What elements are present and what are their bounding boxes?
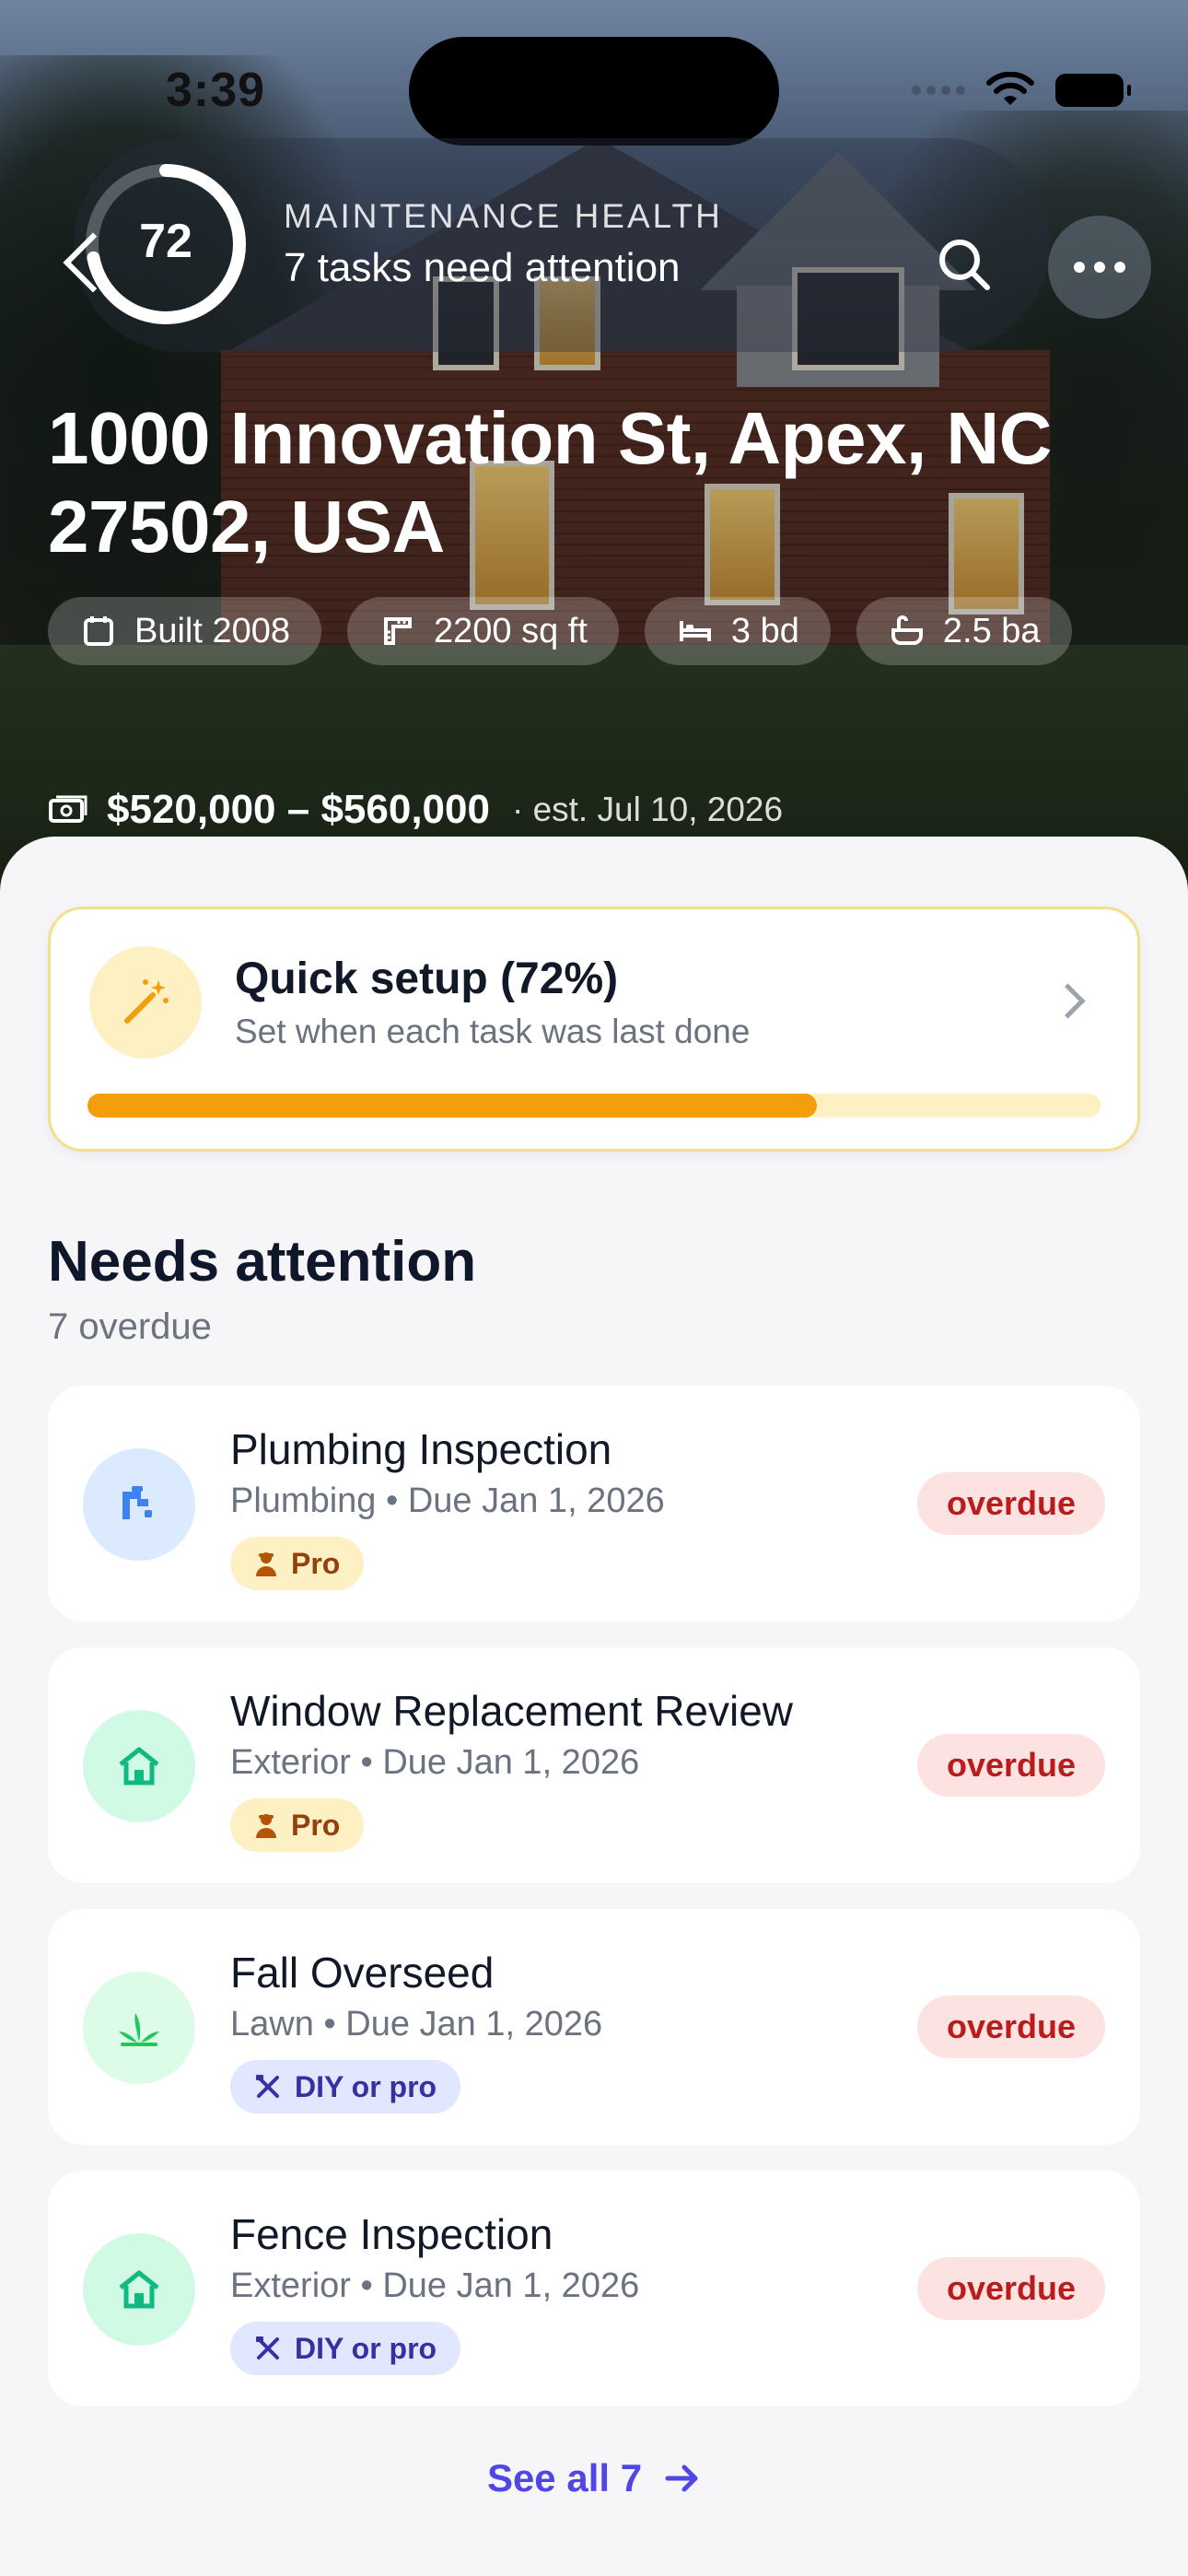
section-title: Needs attention bbox=[48, 1230, 477, 1294]
task-meta: Exterior • Due Jan 1, 2026 bbox=[230, 1743, 640, 1782]
price-estimate-date: · est. Jul 10, 2026 bbox=[511, 790, 784, 828]
money-icon bbox=[49, 795, 87, 823]
health-label: MAINTENANCE HEALTH bbox=[284, 197, 723, 235]
ellipsis-icon bbox=[1074, 262, 1085, 273]
status-badge: overdue bbox=[916, 1996, 1105, 2058]
chevron-right-icon bbox=[1050, 983, 1086, 1019]
bathtub-icon bbox=[891, 615, 923, 645]
plumbing-icon bbox=[83, 1448, 195, 1561]
task-tag: DIY or pro bbox=[230, 2060, 461, 2113]
status-badge: overdue bbox=[916, 1472, 1105, 1535]
house-icon bbox=[83, 2233, 195, 2346]
grass-icon bbox=[83, 1972, 195, 2084]
property-facts: Built 2008 2200 sq ft 3 bd 2.5 ba bbox=[48, 597, 1153, 665]
magic-wand-icon bbox=[89, 946, 202, 1059]
property-address: 1000 Innovation St, Apex, NC 27502, USA bbox=[48, 397, 1052, 568]
worker-icon bbox=[256, 1552, 276, 1576]
task-card[interactable]: Fence Inspection Exterior • Due Jan 1, 2… bbox=[48, 2171, 1140, 2406]
chip-built-year: Built 2008 bbox=[48, 597, 322, 665]
bed-icon bbox=[679, 621, 711, 641]
chip-square-feet: 2200 sq ft bbox=[347, 597, 619, 665]
tools-icon bbox=[256, 2336, 279, 2359]
chip-label: Built 2008 bbox=[134, 611, 291, 650]
setup-title: Quick setup (72%) bbox=[235, 954, 619, 1003]
task-card[interactable]: Window Replacement Review Exterior • Due… bbox=[48, 1647, 1140, 1883]
see-all-link[interactable]: See all 7 bbox=[0, 2456, 1188, 2500]
chip-bedrooms: 3 bd bbox=[644, 597, 831, 665]
task-title: Window Replacement Review bbox=[230, 1687, 794, 1735]
status-badge: overdue bbox=[916, 2257, 1105, 2320]
wifi-icon bbox=[986, 72, 1034, 105]
battery-icon bbox=[1055, 74, 1131, 107]
chip-label: 2.5 ba bbox=[942, 611, 1041, 650]
chip-label: 3 bd bbox=[730, 611, 799, 650]
chip-label: 2200 sq ft bbox=[434, 611, 588, 650]
setup-progress-fill bbox=[87, 1094, 817, 1118]
price-estimate-row: $520,000 – $560,000 · est. Jul 10, 2026 bbox=[48, 787, 783, 833]
health-summary[interactable]: 7 tasks need attention bbox=[284, 245, 681, 291]
ruler-icon bbox=[384, 617, 413, 645]
task-tag: Pro bbox=[230, 1537, 365, 1590]
task-meta: Lawn • Due Jan 1, 2026 bbox=[230, 2005, 603, 2043]
setup-subtitle: Set when each task was last done bbox=[235, 1013, 751, 1050]
status-time: 3:39 bbox=[166, 64, 266, 117]
quick-setup-card[interactable]: Quick setup (72%) Set when each task was… bbox=[48, 907, 1140, 1152]
task-card[interactable]: Fall Overseed Lawn • Due Jan 1, 2026 DIY… bbox=[48, 1909, 1140, 2145]
chip-bathrooms: 2.5 ba bbox=[856, 597, 1072, 665]
more-options-button[interactable] bbox=[1048, 216, 1151, 319]
section-subtitle: 7 overdue bbox=[48, 1306, 212, 1347]
task-tag: DIY or pro bbox=[230, 2322, 461, 2375]
task-meta: Plumbing • Due Jan 1, 2026 bbox=[230, 1481, 665, 1520]
worker-icon bbox=[256, 1814, 276, 1838]
task-card[interactable]: Plumbing Inspection Plumbing • Due Jan 1… bbox=[48, 1386, 1140, 1622]
status-indicators bbox=[912, 72, 1131, 109]
task-title: Plumbing Inspection bbox=[230, 1425, 612, 1473]
task-meta: Exterior • Due Jan 1, 2026 bbox=[230, 2266, 640, 2305]
search-icon[interactable] bbox=[930, 230, 1000, 300]
house-icon bbox=[83, 1710, 195, 1822]
status-badge: overdue bbox=[916, 1734, 1105, 1797]
task-title: Fence Inspection bbox=[230, 2210, 553, 2258]
arrow-right-icon bbox=[665, 2465, 698, 2492]
tools-icon bbox=[256, 2075, 279, 2098]
cellular-signal-icon bbox=[912, 86, 965, 95]
setup-progress-bar bbox=[87, 1094, 1101, 1118]
task-title: Fall Overseed bbox=[230, 1949, 495, 1996]
task-tag: Pro bbox=[230, 1798, 365, 1852]
calendar-icon bbox=[84, 616, 113, 646]
see-all-label: See all 7 bbox=[486, 2456, 643, 2500]
health-score: 72 bbox=[139, 215, 192, 268]
price-range: $520,000 – $560,000 bbox=[107, 787, 490, 832]
dynamic-island bbox=[409, 37, 779, 146]
